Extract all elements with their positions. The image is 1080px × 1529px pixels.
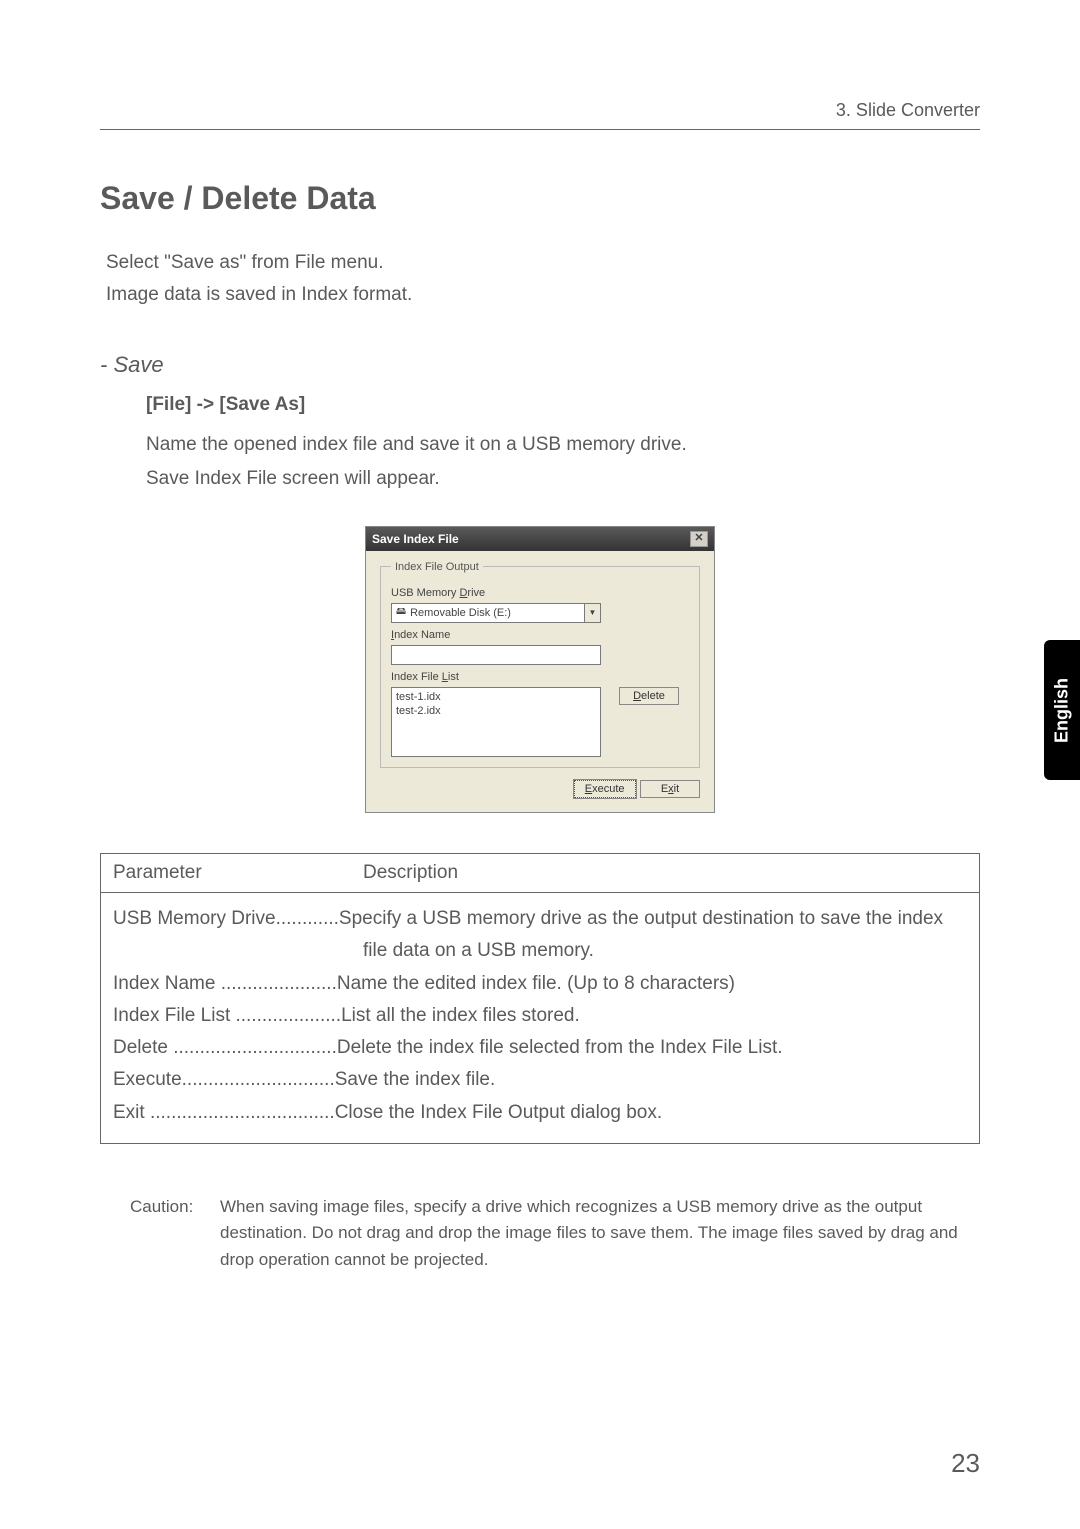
col-description: Description [363,862,458,884]
list-item[interactable]: test-1.idx [396,690,596,704]
table-row: Execute.............................Save… [113,1064,967,1096]
parameter-table: Parameter Description USB Memory Drive..… [100,853,980,1144]
save-line-2: Save Index File screen will appear. [146,462,980,496]
page-title: Save / Delete Data [100,180,980,217]
save-index-file-dialog: Save Index File ✕ Index File Output USB … [365,526,715,813]
menu-path: [File] -> [Save As] [146,394,980,416]
drive-icon: 🖴 [396,604,406,621]
group-legend: Index File Output [391,561,483,573]
save-line-1: Name the opened index file and save it o… [146,428,980,462]
table-row: Delete ...............................De… [113,1032,967,1064]
caution-note: Caution: When saving image files, specif… [130,1194,980,1273]
dialog-title: Save Index File [372,532,459,546]
page-number: 23 [951,1448,980,1479]
table-row: Exit ...................................… [113,1097,967,1129]
index-name-input[interactable] [391,645,601,665]
intro-line-2: Image data is saved in Index format. [106,279,980,311]
caution-label: Caution: [130,1194,220,1273]
chevron-down-icon[interactable]: ▼ [584,604,600,622]
list-item[interactable]: test-2.idx [396,704,596,718]
chapter-header: 3. Slide Converter [100,100,980,130]
col-parameter: Parameter [113,862,363,884]
close-icon[interactable]: ✕ [690,531,708,547]
usb-drive-combo[interactable]: 🖴 Removable Disk (E:) ▼ [391,603,601,623]
index-name-label: Index Name [391,629,689,641]
usb-drive-label: USB Memory Drive [391,587,689,599]
save-heading: - Save [100,352,980,378]
index-file-list[interactable]: test-1.idx test-2.idx [391,687,601,757]
execute-button[interactable]: Execute [574,780,636,798]
language-tab: English [1044,640,1080,780]
exit-button[interactable]: Exit [640,780,700,798]
usb-drive-value: Removable Disk (E:) [410,607,584,619]
table-row: Index Name ......................Name th… [113,968,967,1000]
table-row: Index File List ....................List… [113,1000,967,1032]
intro-line-1: Select "Save as" from File menu. [106,247,980,279]
caution-text: When saving image files, specify a drive… [220,1194,980,1273]
delete-button[interactable]: Delete [619,687,679,705]
table-row: USB Memory Drive............Specify a US… [113,903,967,968]
index-file-list-label: Index File List [391,671,689,683]
